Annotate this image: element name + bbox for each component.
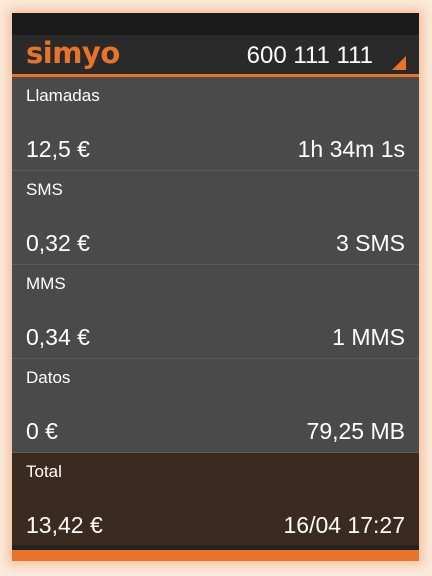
row-llamadas: Llamadas 12,5 € 1h 34m 1s (12, 77, 419, 171)
bottom-accent-bar (12, 550, 419, 561)
row-amount: 12,5 € (26, 136, 90, 162)
row-title: SMS (26, 180, 63, 199)
row-title: Llamadas (26, 86, 100, 105)
row-amount: 0 € (26, 418, 58, 444)
total-title: Total (26, 462, 62, 481)
row-amount: 0,32 € (26, 230, 90, 256)
row-title: MMS (26, 274, 66, 293)
total-date: 16/04 17:27 (283, 512, 405, 538)
row-amount: 0,34 € (26, 324, 90, 350)
consumption-list: Llamadas 12,5 € 1h 34m 1s SMS 0,32 € 3 S… (12, 77, 419, 545)
row-datos: Datos 0 € 79,25 MB (12, 359, 419, 453)
app-header: simyo 600 111 111 (12, 35, 419, 77)
total-amount: 13,42 € (26, 512, 103, 538)
row-sms: SMS 0,32 € 3 SMS (12, 171, 419, 265)
status-bar (12, 13, 419, 35)
dropdown-arrow-icon[interactable] (392, 56, 406, 70)
row-title: Datos (26, 368, 71, 387)
row-usage: 3 SMS (335, 230, 405, 256)
row-usage: 1 MMS (332, 324, 405, 350)
row-usage: 1h 34m 1s (297, 136, 405, 162)
row-usage: 79,25 MB (306, 418, 405, 444)
app-window: simyo 600 111 111 Llamadas 12,5 € 1h 34m… (12, 13, 419, 561)
row-total: Total 13,42 € 16/04 17:27 (12, 453, 419, 545)
phone-number-selector[interactable]: 600 111 111 (247, 42, 373, 70)
simyo-logo: simyo (26, 36, 120, 70)
row-mms: MMS 0,34 € 1 MMS (12, 265, 419, 359)
